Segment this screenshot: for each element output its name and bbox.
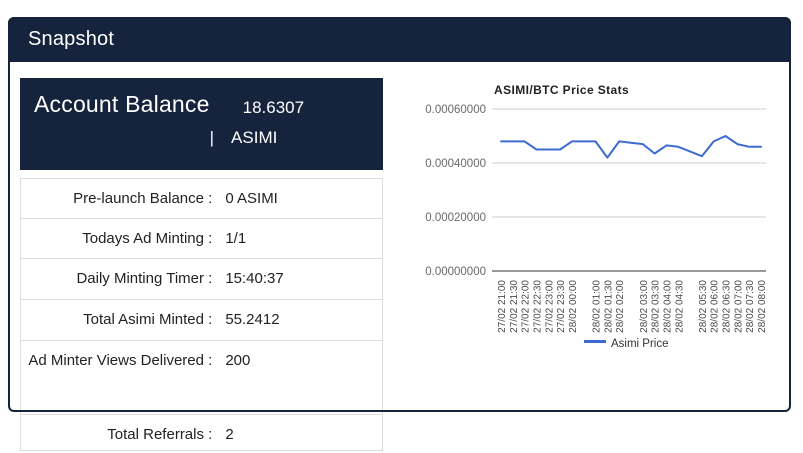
x-axis-tick-label: 27/02 23:30 bbox=[556, 280, 567, 333]
price-line-series bbox=[500, 135, 762, 159]
table-row: Total Asimi Minted : 55.2412 bbox=[21, 300, 382, 341]
y-axis-tick-label: 0.00040000 bbox=[425, 158, 486, 170]
account-balance-title: Account Balance bbox=[34, 91, 210, 117]
x-axis-tick-label: 28/02 05:30 bbox=[698, 280, 709, 333]
table-row: Todays Ad Minting : 1/1 bbox=[21, 219, 382, 259]
balance-table: Pre-launch Balance : 0 ASIMI Todays Ad Min… bbox=[20, 178, 383, 451]
x-axis-tick-label: 28/02 01:30 bbox=[603, 280, 614, 333]
row-value: 2 bbox=[225, 426, 234, 443]
panel-title: Snapshot bbox=[28, 28, 115, 50]
pipe-separator: | bbox=[209, 128, 215, 147]
account-balance-card: Account Balance 18.6307 | ASIMI Pre-launc… bbox=[20, 78, 383, 451]
x-axis-tick-label: 28/02 04:30 bbox=[674, 280, 685, 333]
y-axis-tick-label: 0.00060000 bbox=[425, 104, 486, 116]
row-value: 55.2412 bbox=[225, 311, 280, 328]
table-row: Ad Minter Views Delivered : 200 bbox=[21, 341, 382, 415]
row-label: Daily Minting Timer : bbox=[76, 270, 213, 287]
x-axis-tick-label: 27/02 23:00 bbox=[544, 280, 555, 333]
chart-title: ASIMI/BTC Price Stats bbox=[494, 83, 629, 97]
x-axis-tick-label: 28/02 03:00 bbox=[639, 280, 650, 333]
row-label: Todays Ad Minting : bbox=[82, 230, 213, 247]
x-axis-tick-label: 27/02 22:30 bbox=[532, 280, 543, 333]
snapshot-panel-header: Snapshot bbox=[8, 17, 791, 62]
x-axis-tick-label: 27/02 21:30 bbox=[509, 280, 520, 333]
account-balance-value-block: 18.6307 | ASIMI bbox=[210, 93, 313, 170]
x-axis-tick-label: 28/02 07:30 bbox=[745, 280, 756, 333]
x-axis-tick-label: 28/02 04:00 bbox=[662, 280, 673, 333]
row-label: Total Referrals : bbox=[107, 426, 213, 443]
table-row: Total Referrals : 2 bbox=[21, 415, 382, 450]
y-axis-tick-label: 0.00000000 bbox=[425, 266, 486, 278]
row-value: 15:40:37 bbox=[225, 270, 284, 287]
account-balance-unit: ASIMI bbox=[231, 128, 278, 147]
account-balance-unit-line: | ASIMI bbox=[210, 123, 313, 153]
table-row: Pre-launch Balance : 0 ASIMI bbox=[21, 179, 382, 219]
x-axis-tick-label: 27/02 21:00 bbox=[497, 280, 508, 333]
legend-line-swatch bbox=[584, 340, 606, 343]
account-balance-value: 18.6307 bbox=[242, 98, 305, 117]
x-axis-tick-label: 28/02 07:00 bbox=[733, 280, 744, 333]
row-value: 1/1 bbox=[225, 230, 247, 247]
row-label: Total Asimi Minted : bbox=[83, 311, 213, 328]
x-axis-tick-label: 28/02 06:30 bbox=[722, 280, 733, 333]
y-axis-tick-label: 0.00020000 bbox=[425, 212, 486, 224]
row-value: 200 bbox=[225, 352, 251, 369]
x-axis-tick-label: 28/02 00:00 bbox=[568, 280, 579, 333]
x-axis-tick-label: 28/02 01:00 bbox=[592, 280, 603, 333]
x-axis-tick-label: 28/02 02:00 bbox=[615, 280, 626, 333]
x-axis-tick-label: 28/02 08:00 bbox=[757, 280, 768, 333]
table-row: Daily Minting Timer : 15:40:37 bbox=[21, 259, 382, 300]
x-axis-tick-label: 28/02 03:30 bbox=[651, 280, 662, 333]
price-chart-svg: ASIMI/BTC Price Stats 0.00060000 0.0004000… bbox=[425, 83, 768, 350]
legend-label: Asimi Price bbox=[611, 338, 669, 350]
row-value: 0 ASIMI bbox=[225, 190, 278, 207]
row-label: Ad Minter Views Delivered : bbox=[28, 352, 213, 369]
account-balance-header: Account Balance 18.6307 | ASIMI bbox=[20, 78, 383, 170]
row-label: Pre-launch Balance : bbox=[73, 190, 213, 207]
x-axis-tick-label: 27/02 22:00 bbox=[521, 280, 532, 333]
price-chart: ASIMI/BTC Price Stats 0.00060000 0.0004000… bbox=[424, 80, 792, 365]
x-axis-tick-label: 28/02 06:00 bbox=[710, 280, 721, 333]
